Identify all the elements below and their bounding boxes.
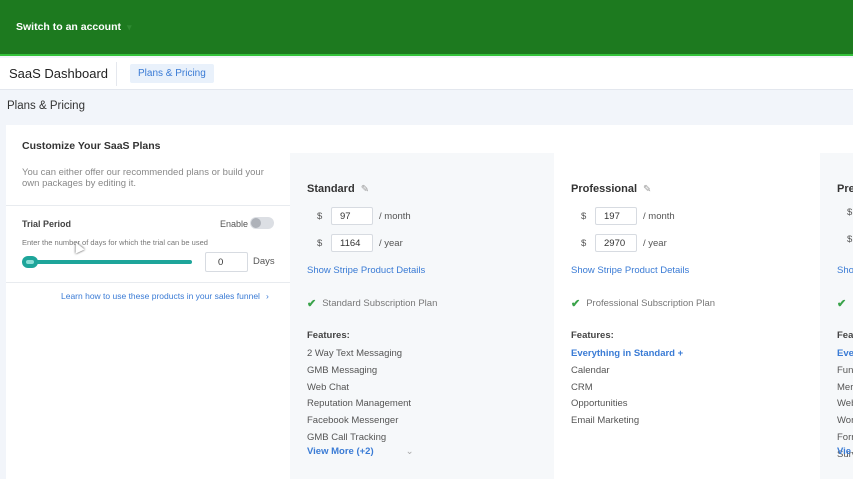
feature-item: Wor [837,415,853,427]
yearly-price-input[interactable] [331,234,373,252]
yearly-price-row: $ / year [581,234,667,252]
feature-item: GMB Call Tracking [307,431,387,443]
plan-name: Standard ✎ [307,183,369,195]
features-title: Features: [307,330,350,341]
monthly-price-row: $ / month [317,207,411,225]
feature-item: Email Marketing [571,415,640,427]
plan-column-standard: Standard ✎ $ / month $ / year Show Strip… [290,153,554,479]
monthly-price-row: $ [847,207,853,218]
page-title: Plans & Pricing [7,100,85,112]
feature-item: Opportunities [571,398,628,410]
trial-days-input[interactable] [205,252,248,272]
currency-symbol: $ [581,210,587,222]
trial-enable-toggle[interactable] [250,217,274,229]
features-highlight: Everything in Standard + [571,348,684,359]
settings-heading: Customize Your SaaS Plans [22,140,161,152]
feature-item: Calendar [571,364,610,376]
switch-account-button[interactable]: Switch to an account ▾ [16,21,132,33]
feature-item: GMB Messaging [307,364,378,376]
currency-symbol: $ [581,237,587,249]
feature-item: Web Chat [307,381,350,393]
feature-item: 2 Way Text Messaging [307,348,403,359]
stripe-details-link[interactable]: Show Stripe Product Details [307,265,425,276]
view-more-button[interactable]: Vie [837,446,851,457]
monthly-price-input[interactable] [331,207,373,225]
tab-plans-pricing[interactable]: Plans & Pricing [130,64,214,83]
currency-symbol: $ [317,237,323,249]
pencil-icon[interactable]: ✎ [361,184,369,195]
top-banner: Switch to an account ▾ [0,0,853,56]
subscription-plan-row: ✔ Standard Subscription Plan [307,297,437,310]
divider [6,205,290,206]
per-month-label: / month [379,210,411,222]
days-label: Days [253,256,275,267]
plans-card: Customize Your SaaS Plans You can either… [6,125,853,479]
plan-name-label: Professional [571,183,638,195]
plan-column-professional: Professional ✎ $ / month $ / year Show S… [554,153,820,479]
app-header: SaaS Dashboard Plans & Pricing [0,58,853,90]
plans-columns: Standard ✎ $ / month $ / year Show Strip… [290,153,853,479]
feature-item: CRM [571,381,593,393]
toggle-knob [251,218,261,228]
chevron-down-icon: ▾ [127,21,132,32]
monthly-price-input[interactable] [595,207,637,225]
trial-days-slider[interactable] [22,256,192,268]
plan-column-premium: Pre $ $ Sho ✔ Fea Eve Fun Mer Web Wor Fo… [820,153,853,479]
pencil-icon[interactable]: ✎ [643,184,651,195]
per-year-label: / year [379,237,403,249]
feature-item: Forr [837,431,853,443]
subscription-plan-row: ✔ Professional Subscription Plan [571,297,715,310]
chevron-right-icon: › [265,291,269,301]
features-list: 2 Way Text Messaging GMB Messaging Web C… [307,346,411,447]
learn-link-label: Learn how to use these products in your … [61,291,260,301]
enable-label: Enable [220,219,249,229]
monthly-price-row: $ / month [581,207,675,225]
switch-account-label: Switch to an account [16,21,122,33]
plan-name-label: Pre [837,183,853,195]
view-more-label: Vie [837,446,852,457]
feature-item: Reputation Management [307,398,412,410]
subscription-plan-label: Standard Subscription Plan [322,298,438,309]
settings-description: You can either offer our recommended pla… [22,167,264,189]
divider [6,282,290,283]
check-icon: ✔ [307,298,317,310]
plan-settings-panel: Customize Your SaaS Plans You can either… [6,125,290,479]
currency-symbol: $ [847,207,853,218]
plan-name: Professional ✎ [571,183,651,195]
yearly-price-row: $ / year [317,234,403,252]
per-month-label: / month [643,210,675,222]
plan-name-label: Standard [307,183,355,195]
features-highlight: Eve [837,348,853,359]
stripe-details-link[interactable]: Sho [837,265,853,276]
header-divider [116,62,117,86]
currency-symbol: $ [317,210,323,222]
check-icon: ✔ [571,298,581,310]
feature-item: Facebook Messenger [307,415,399,427]
feature-item: Web [837,398,853,410]
view-more-label: View More (+2) [307,446,374,457]
features-list: Everything in Standard + Calendar CRM Op… [571,346,683,430]
features-title: Fea [837,330,853,341]
learn-products-link[interactable]: Learn how to use these products in your … [61,291,269,301]
view-more-button[interactable]: View More (+2) ⌄ [307,446,414,457]
trial-help-text: Enter the number of days for which the t… [22,238,208,247]
slider-thumb[interactable] [22,256,38,268]
yearly-price-row: $ [847,234,853,245]
stripe-details-link[interactable]: Show Stripe Product Details [571,265,689,276]
subscription-plan-label: Professional Subscription Plan [586,298,716,309]
chevron-down-icon: ⌄ [405,446,414,457]
yearly-price-input[interactable] [595,234,637,252]
currency-symbol: $ [847,234,853,245]
app-title: SaaS Dashboard [9,66,109,81]
per-year-label: / year [643,237,667,249]
subscription-plan-row: ✔ [837,297,846,310]
features-title: Features: [571,330,614,341]
trial-period-label: Trial Period [22,219,72,229]
plan-name: Pre [837,183,853,195]
feature-item: Fun [837,364,853,376]
feature-item: Mer [837,381,853,393]
check-icon: ✔ [837,298,847,310]
